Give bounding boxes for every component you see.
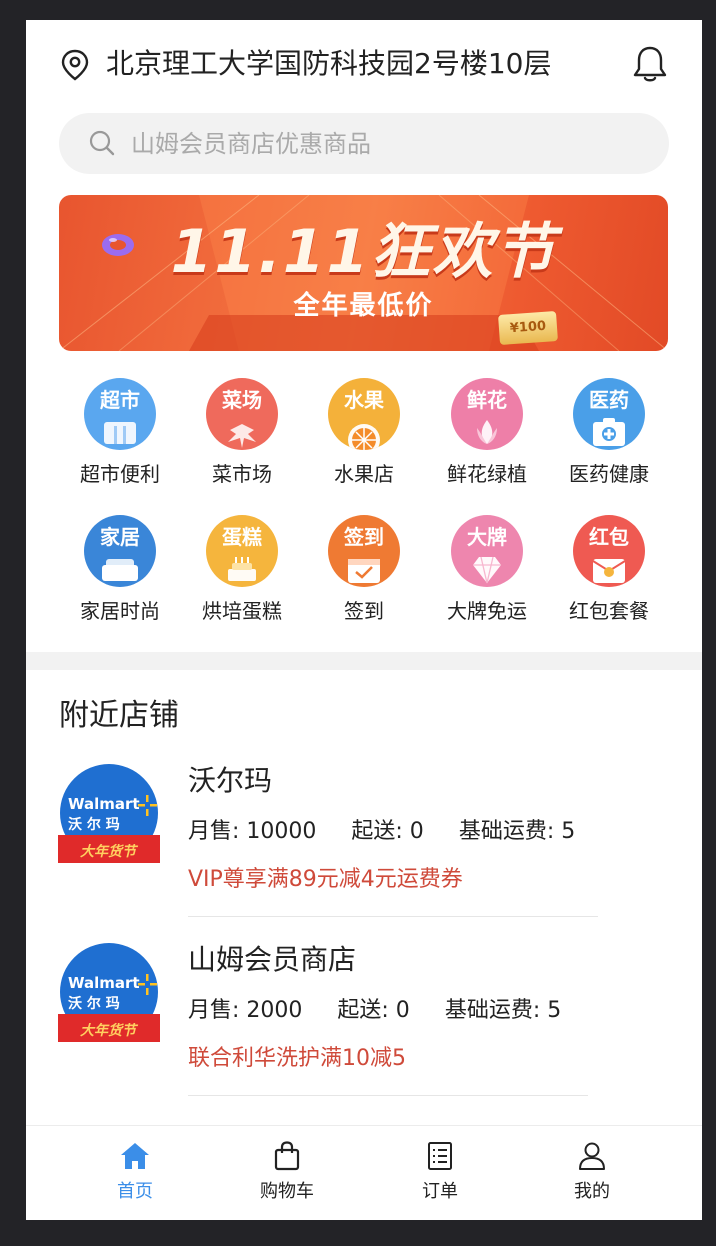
category-item[interactable]: 大牌 大牌免运 (432, 509, 542, 629)
category-label: 大牌免运 (447, 599, 527, 623)
app-screen: 北京理工大学国防科技园2号楼10层 11.11狂欢节 全年最低价 (26, 20, 702, 1220)
category-item[interactable]: 水果 水果店 (309, 372, 419, 492)
category-item[interactable]: 家居 家居时尚 (65, 509, 175, 629)
tab-cart[interactable]: 购物车 (227, 1126, 347, 1220)
category-badge-text: 水果 (344, 388, 384, 412)
furniture-icon: 家居 (84, 515, 156, 587)
svg-text:Walmart: Walmart (68, 974, 140, 992)
calendar-check-icon: 签到 (328, 515, 400, 587)
svg-text:Walmart: Walmart (68, 795, 140, 813)
category-item[interactable]: 鲜花 鲜花绿植 (432, 372, 542, 492)
walmart-logo: Walmart 沃 尔 玛 大年货节 (58, 943, 160, 1042)
medicine-icon: 医药 (573, 378, 645, 450)
tab-label: 首页 (117, 1181, 153, 1202)
tab-orders[interactable]: 订单 (380, 1126, 500, 1220)
red-packet-icon: 红包 (573, 515, 645, 587)
svg-text:沃 尔 玛: 沃 尔 玛 (68, 816, 120, 833)
monthly-sales: 月售: 10000 (188, 819, 317, 844)
divider (188, 1095, 588, 1096)
category-badge-text: 红包 (589, 525, 629, 549)
tab-label: 订单 (422, 1181, 458, 1202)
search-input[interactable] (131, 113, 631, 174)
category-badge-text: 蛋糕 (222, 525, 262, 549)
store-promo: VIP尊享满89元减4元运费券 (188, 867, 463, 892)
min-order: 起送: 0 (337, 998, 410, 1023)
category-badge-text: 菜场 (222, 388, 262, 412)
category-badge-text: 超市 (100, 388, 140, 412)
category-label: 烘培蛋糕 (202, 599, 282, 623)
category-label: 家居时尚 (80, 599, 160, 623)
store-name[interactable]: 沃尔玛 (188, 763, 272, 799)
location-pin-icon[interactable] (60, 49, 90, 81)
tab-label: 我的 (574, 1181, 610, 1202)
category-item[interactable]: 医药 医药健康 (554, 372, 664, 492)
store-name[interactable]: 山姆会员商店 (188, 942, 356, 978)
svg-text:大年货节: 大年货节 (80, 1022, 139, 1039)
promo-banner[interactable]: 11.11狂欢节 全年最低价 ¥100 (59, 195, 668, 351)
walmart-logo: Walmart 沃 尔 玛 大年货节 (58, 764, 160, 863)
order-list-icon (428, 1142, 452, 1170)
fruit-icon: 水果 (328, 378, 400, 450)
header: 北京理工大学国防科技园2号楼10层 (26, 20, 702, 110)
store-card[interactable]: Walmart 沃 尔 玛 大年货节 沃尔玛 月售: 10000 起送: 0 基… (26, 763, 702, 933)
supermarket-icon: 超市 (84, 378, 156, 450)
banner-coupon-tag: ¥100 (498, 311, 558, 345)
delivery-address[interactable]: 北京理工大学国防科技园2号楼10层 (106, 44, 551, 84)
category-label: 医药健康 (569, 462, 649, 486)
shopping-bag-icon (274, 1141, 300, 1171)
category-item[interactable]: 蛋糕 烘培蛋糕 (187, 509, 297, 629)
category-label: 鲜花绿植 (447, 462, 527, 486)
category-label: 超市便利 (80, 462, 160, 486)
category-label: 红包套餐 (569, 599, 649, 623)
store-card[interactable]: Walmart 沃 尔 玛 大年货节 山姆会员商店 月售: 2000 起送: 0… (26, 942, 702, 1112)
category-badge-text: 医药 (589, 388, 629, 412)
search-bar[interactable] (59, 113, 669, 174)
svg-text:大年货节: 大年货节 (80, 843, 139, 860)
bell-icon[interactable] (631, 44, 669, 84)
store-meta: 月售: 2000 起送: 0 基础运费: 5 (188, 996, 589, 1026)
divider (188, 916, 598, 917)
category-badge-text: 签到 (344, 525, 384, 549)
category-item[interactable]: 签到 签到 (309, 509, 419, 629)
category-item[interactable]: 菜场 菜市场 (187, 372, 297, 492)
flower-icon: 鲜花 (451, 378, 523, 450)
category-badge-text: 鲜花 (467, 388, 507, 412)
category-label: 菜市场 (212, 462, 272, 486)
banner-title: 11.11狂欢节 (170, 217, 557, 287)
category-badge-text: 大牌 (467, 525, 507, 549)
cake-icon: 蛋糕 (206, 515, 278, 587)
vegetable-icon: 菜场 (206, 378, 278, 450)
search-icon (89, 130, 115, 156)
banner-subtitle: 全年最低价 (293, 291, 434, 321)
category-item[interactable]: 超市 超市便利 (65, 372, 175, 492)
tab-profile[interactable]: 我的 (532, 1126, 652, 1220)
category-item[interactable]: 红包 红包套餐 (554, 509, 664, 629)
delivery-fee: 基础运费: 5 (458, 819, 576, 844)
min-order: 起送: 0 (351, 819, 424, 844)
category-label: 水果店 (334, 462, 394, 486)
home-icon (121, 1143, 149, 1169)
section-separator (26, 652, 702, 670)
delivery-fee: 基础运费: 5 (444, 998, 562, 1023)
user-icon (579, 1142, 605, 1170)
store-promo: 联合利华洗护满10减5 (188, 1046, 406, 1071)
tab-label: 购物车 (260, 1181, 314, 1202)
category-badge-text: 家居 (100, 525, 140, 549)
store-meta: 月售: 10000 起送: 0 基础运费: 5 (188, 817, 603, 847)
diamond-icon: 大牌 (451, 515, 523, 587)
tab-home[interactable]: 首页 (75, 1126, 195, 1220)
bottom-tab-bar: 首页 购物车 订单 我的 (26, 1125, 702, 1220)
category-label: 签到 (344, 599, 384, 623)
svg-text:沃 尔 玛: 沃 尔 玛 (68, 995, 120, 1012)
nearby-stores-title: 附近店铺 (59, 698, 179, 733)
monthly-sales: 月售: 2000 (188, 998, 303, 1023)
